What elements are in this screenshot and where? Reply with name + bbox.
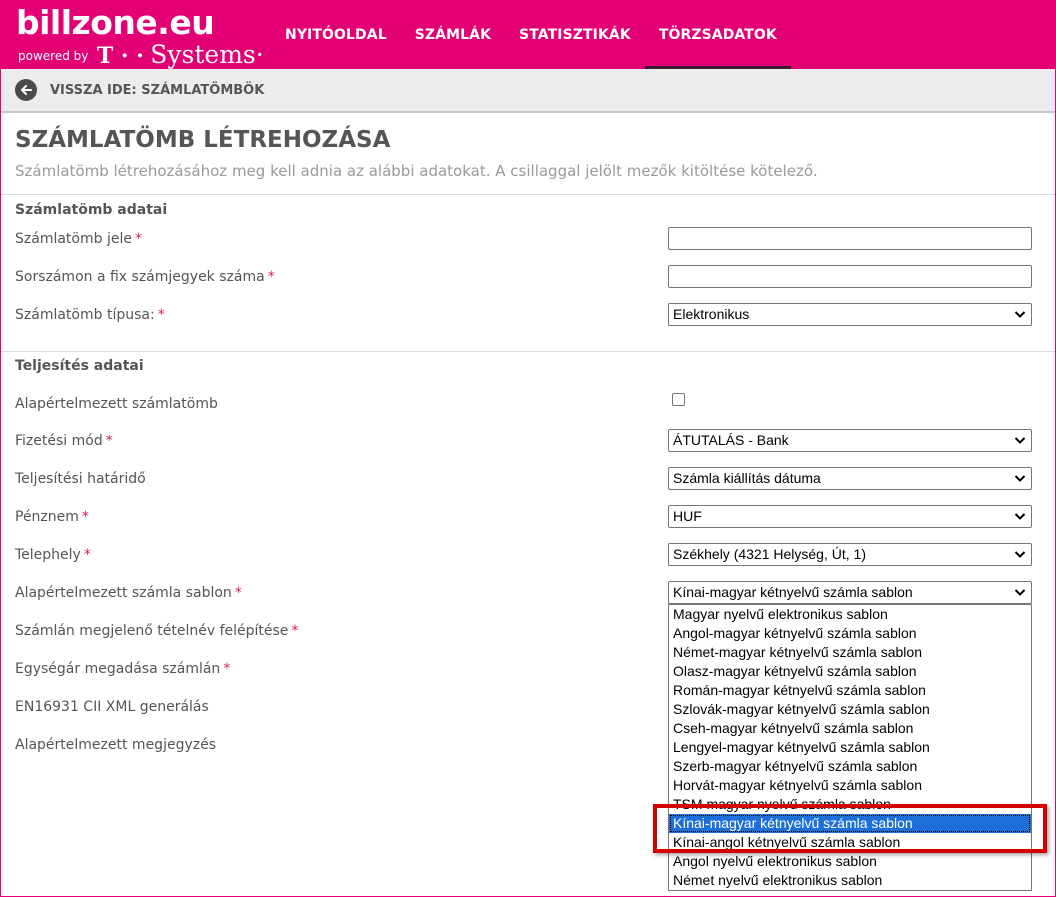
label-fix-szamjegyek: Sorszámon a fix számjegyek száma * [15,269,275,285]
nav-statisztikak[interactable]: STATISZTIKÁK [505,1,645,69]
select-value: Székhely (4321 Helység, Út, 1) [673,546,866,562]
szamlatomb-jele-input[interactable] [668,227,1032,250]
teljesitesi-hatarido-select[interactable]: Számla kiállítás dátuma [668,467,1032,490]
chevron-down-icon [1014,475,1026,482]
penznem-select[interactable]: HUF [668,505,1032,528]
label-text: Pénznem [15,509,79,525]
chevron-down-icon [1014,513,1026,520]
required-mark: * [267,269,275,285]
label-text: EN16931 CII XML generálás [15,699,209,715]
required-mark: * [83,547,91,563]
label-telephely: Telephely * [15,547,91,563]
select-value: Elektronikus [673,306,750,322]
label-text: Alapértelmezett megjegyzés [15,737,217,753]
select-value: HUF [673,508,702,524]
label-text: Alapértelmezett számla sablon [15,585,232,601]
dropdown-option[interactable]: Angol nyelvű elektronikus sablon [669,852,1031,871]
required-mark: * [291,623,299,639]
section-title-teljesites-adatai: Teljesítés adatai [15,358,144,374]
label-egysegar-megadasa: Egységár megadása számlán * [15,661,230,677]
dropdown-option[interactable]: Szerb-magyar kétnyelvű számla sablon [669,757,1031,776]
fizetesi-mod-select[interactable]: ÁTUTALÁS - Bank [668,429,1032,452]
label-text: Teljesítési határidő [15,471,146,487]
nav-torzsadatok[interactable]: TÖRZSADATOK [644,1,791,69]
label-text: Fizetési mód [15,433,103,449]
dropdown-option[interactable]: Horvát-magyar kétnyelvű számla sablon [669,776,1031,795]
dropdown-option[interactable]: Román-magyar kétnyelvű számla sablon [669,681,1031,700]
dropdown-option[interactable]: Cseh-magyar kétnyelvű számla sablon [669,719,1031,738]
t-systems-logo-icon: T · · [96,43,144,69]
fix-szamjegyek-input[interactable] [668,265,1032,288]
dropdown-option[interactable]: TSM magyar nyelvű számla sablon [669,795,1031,814]
select-value: Számla kiállítás dátuma [673,470,821,486]
label-text: Számlán megjelenő tételnév felépítése [15,623,289,639]
section-title-szamlatomb-adatai: Számlatömb adatai [15,202,168,218]
chevron-down-icon [1014,311,1026,318]
dropdown-option[interactable]: Lengyel-magyar kétnyelvű számla sablon [669,738,1031,757]
label-alapertelmezett-szamlatomb: Alapértelmezett számlatömb [15,396,218,412]
telephely-select[interactable]: Székhely (4321 Helység, Út, 1) [668,543,1032,566]
page-title: SZÁMLATÖMB LÉTREHOZÁSA [15,127,391,153]
arrow-left-icon[interactable] [15,79,37,101]
label-text: Alapértelmezett számlatömb [15,396,218,412]
page-subtitle: Számlatömb létrehozásához meg kell adnia… [15,162,818,180]
back-link[interactable]: VISSZA IDE: SZÁMLATÖMBÖK [50,83,264,98]
alapertelmezett-szamlatomb-checkbox[interactable] [672,393,685,406]
label-text: Egységár megadása számlán [15,661,221,677]
dropdown-option[interactable]: Német-magyar kétnyelvű számla sablon [669,643,1031,662]
dropdown-option[interactable]: Német nyelvű elektronikus sablon [669,871,1031,890]
required-mark: * [234,585,242,601]
dropdown-option[interactable]: Olasz-magyar kétnyelvű számla sablon [669,662,1031,681]
required-mark: * [134,231,142,247]
dropdown-option[interactable]: Angol-magyar kétnyelvű számla sablon [669,624,1031,643]
dropdown-option[interactable]: Szlovák-magyar kétnyelvű számla sablon [669,700,1031,719]
szamlatomb-tipusa-select[interactable]: Elektronikus [668,303,1032,326]
chevron-down-icon [1014,551,1026,558]
label-alapertelmezett-megjegyzes: Alapértelmezett megjegyzés [15,737,216,753]
required-mark: * [157,307,165,323]
dropdown-option[interactable]: Magyar nyelvű elektronikus sablon [669,605,1031,624]
divider [1,351,1055,352]
logo-systems-text: Systems· [150,40,264,69]
label-text: Számlatömb típusa: [15,307,155,323]
select-value: ÁTUTALÁS - Bank [673,432,789,448]
label-fizetesi-mod: Fizetési mód * [15,433,113,449]
main-nav: NYITÓOLDAL SZÁMLÁK STATISZTIKÁK TÖRZSADA… [271,1,791,69]
nav-nyitooldal[interactable]: NYITÓOLDAL [271,1,401,69]
required-mark: * [223,661,231,677]
select-value: Kínai-magyar kétnyelvű számla sablon [673,584,913,600]
label-szamlatomb-jele: Számlatömb jele * [15,231,142,247]
logo-powered-by: powered by [18,49,89,63]
szamla-sablon-dropdown-list[interactable]: Magyar nyelvű elektronikus sablon Angol-m… [668,604,1032,891]
dropdown-option[interactable]: Kínai-angol kétnyelvű számla sablon [669,833,1031,852]
billzone-logo[interactable]: billzone.eu powered by T · · Systems· [16,3,264,70]
required-mark: * [81,509,89,525]
nav-szamlak[interactable]: SZÁMLÁK [401,1,505,69]
chevron-down-icon [1014,589,1026,596]
label-text: Sorszámon a fix számjegyek száma [15,269,265,285]
label-szamlatomb-tipusa: Számlatömb típusa: * [15,307,165,323]
label-penznem: Pénznem * [15,509,89,525]
top-bar: billzone.eu powered by T · · Systems· NY… [1,1,1055,69]
divider [1,194,1055,195]
label-text: Számlatömb jele [15,231,132,247]
logo-tagline: powered by T · · Systems· [18,40,264,69]
chevron-down-icon [1014,437,1026,444]
label-szamla-sablon: Alapértelmezett számla sablon * [15,585,242,601]
label-xml-generalas: EN16931 CII XML generálás [15,699,209,715]
label-text: Telephely [15,547,81,563]
szamla-sablon-select[interactable]: Kínai-magyar kétnyelvű számla sablon [668,581,1032,604]
label-tetelnev-felepitese: Számlán megjelenő tételnév felépítése * [15,623,298,639]
label-teljesitesi-hatarido: Teljesítési határidő [15,471,146,487]
back-bar[interactable]: VISSZA IDE: SZÁMLATÖMBÖK [1,69,1055,113]
dropdown-option[interactable]: Kínai-magyar kétnyelvű számla sablon [669,814,1031,833]
required-mark: * [105,433,113,449]
logo-wordmark: billzone.eu [16,3,215,42]
